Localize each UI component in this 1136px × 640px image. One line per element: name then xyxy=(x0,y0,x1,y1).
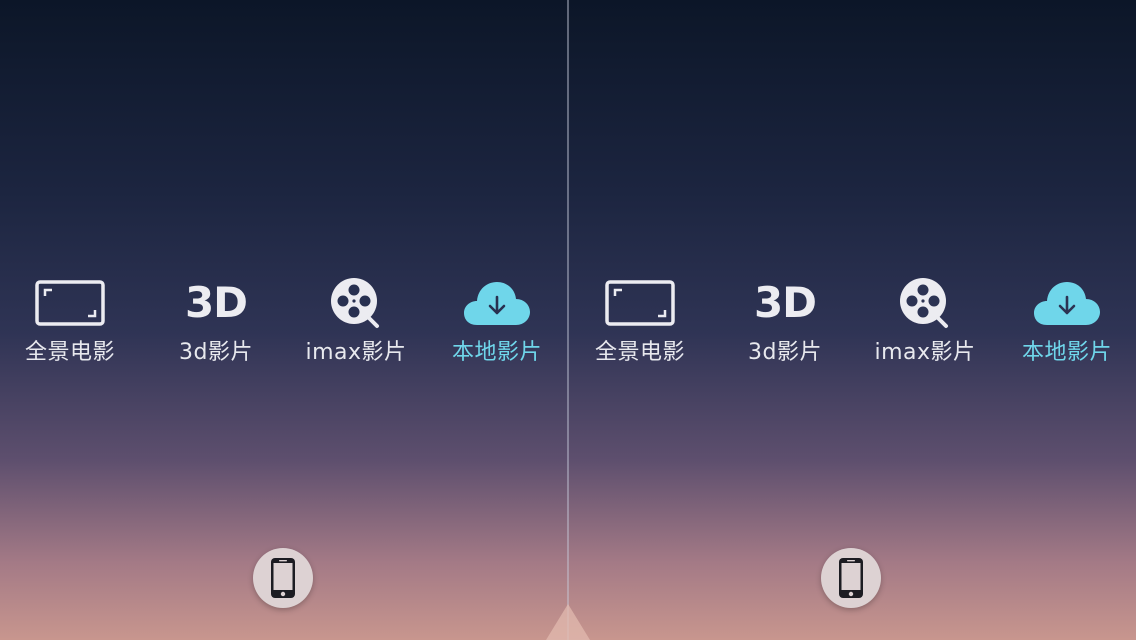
menu-item-local-movies[interactable]: 本地影片 xyxy=(437,274,557,366)
stereo-divider-line xyxy=(567,0,569,640)
menu-item-local-movies[interactable]: 本地影片 xyxy=(1007,274,1127,366)
3d-badge-text: 3D xyxy=(753,278,817,327)
menu-item-label: 3d影片 xyxy=(748,340,822,365)
phone-button[interactable] xyxy=(253,548,313,608)
menu-item-label: 全景电影 xyxy=(24,340,115,365)
smartphone-icon xyxy=(839,558,863,598)
menu-item-imax-movies[interactable]: imax影片 xyxy=(865,274,985,366)
menu-item-3d-movies[interactable]: 3D 3d影片 xyxy=(156,274,276,366)
menu-item-label: 全景电影 xyxy=(594,340,685,365)
menu-item-label: 本地影片 xyxy=(451,340,542,365)
menu-item-label: imax影片 xyxy=(874,340,976,365)
film-reel-icon xyxy=(865,274,985,332)
cloud-download-icon xyxy=(437,274,557,332)
panorama-frame-icon xyxy=(10,274,130,332)
right-eye-view: 全景电影 3D 3d影片 imax影片 本地影片 xyxy=(568,0,1136,640)
menu-item-panorama-movies[interactable]: 全景电影 xyxy=(580,274,700,366)
menu-item-imax-movies[interactable]: imax影片 xyxy=(296,274,416,366)
smartphone-icon xyxy=(271,558,295,598)
3d-badge-icon: 3D xyxy=(725,274,845,332)
menu-item-3d-movies[interactable]: 3D 3d影片 xyxy=(725,274,845,366)
menu-item-label: 3d影片 xyxy=(179,340,253,365)
3d-badge-text: 3D xyxy=(184,278,248,327)
center-marker-triangle xyxy=(546,604,590,640)
menu-item-label: imax影片 xyxy=(305,340,407,365)
panorama-frame-icon xyxy=(580,274,700,332)
film-reel-icon xyxy=(296,274,416,332)
3d-badge-icon: 3D xyxy=(156,274,276,332)
cloud-download-icon xyxy=(1007,274,1127,332)
left-eye-view: 全景电影 3D 3d影片 imax影片 本地影片 xyxy=(0,0,568,640)
phone-button[interactable] xyxy=(821,548,881,608)
menu-item-panorama-movies[interactable]: 全景电影 xyxy=(10,274,130,366)
menu-item-label: 本地影片 xyxy=(1021,340,1112,365)
